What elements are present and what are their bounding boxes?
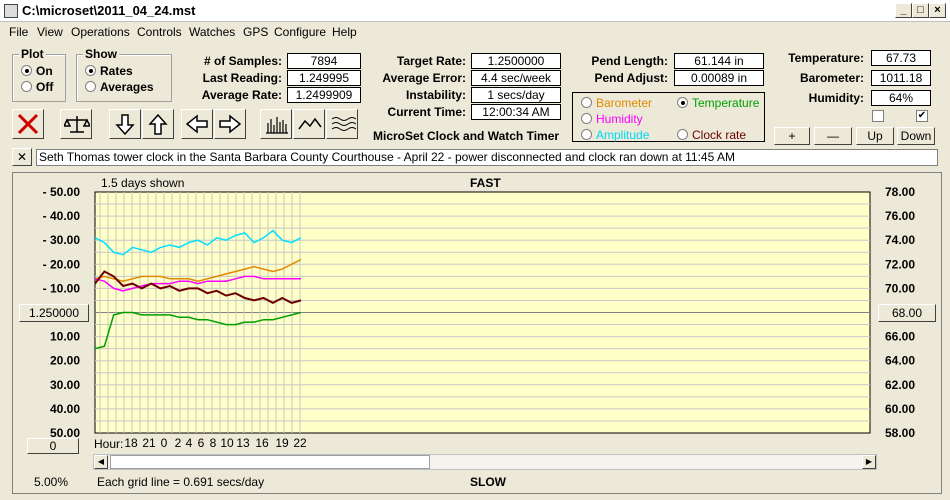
left-axis-tick: - 40.00 xyxy=(43,209,81,223)
x-axis-tick: 13 xyxy=(236,436,250,450)
x-axis-tick: 0 xyxy=(161,436,168,450)
x-axis-tick: 8 xyxy=(210,436,217,450)
x-axis-tick: 22 xyxy=(293,436,307,450)
zero-button[interactable]: 0 xyxy=(27,438,79,454)
left-axis-tick: 10.00 xyxy=(50,330,80,344)
left-axis-tick: 40.00 xyxy=(50,402,80,416)
right-axis-tick: 58.00 xyxy=(885,426,915,440)
horizontal-scrollbar[interactable]: ◀ ▶ xyxy=(93,454,877,470)
x-axis-tick: 2 xyxy=(175,436,182,450)
x-axis-tick: 16 xyxy=(255,436,269,450)
left-center-button[interactable]: 1.250000 xyxy=(19,304,89,322)
x-axis-tick: 4 xyxy=(186,436,193,450)
right-axis-tick: 64.00 xyxy=(885,354,915,368)
right-axis-tick: 62.00 xyxy=(885,378,915,392)
right-center-button[interactable]: 68.00 xyxy=(878,304,936,322)
left-axis-tick: - 30.00 xyxy=(43,233,81,247)
left-axis-tick: 20.00 xyxy=(50,354,80,368)
right-axis-tick: 74.00 xyxy=(885,233,915,247)
x-axis-tick: 6 xyxy=(198,436,205,450)
right-axis-tick: 72.00 xyxy=(885,257,915,271)
right-axis-tick: 78.00 xyxy=(885,185,915,199)
right-axis-tick: 66.00 xyxy=(885,330,915,344)
scroll-right-icon[interactable]: ▶ xyxy=(862,455,876,469)
left-axis-tick: - 20.00 xyxy=(43,257,81,271)
x-axis-tick: 10 xyxy=(220,436,234,450)
hour-label: Hour: xyxy=(94,437,124,451)
x-axis-tick: 18 xyxy=(124,436,138,450)
left-axis-tick: - 50.00 xyxy=(43,185,81,199)
x-axis-tick: 21 xyxy=(142,436,156,450)
right-axis-tick: 70.00 xyxy=(885,281,915,295)
app-window: C:\microset\2011_04_24.mst _ □ × File Vi… xyxy=(0,0,950,500)
zoom-label: 5.00% xyxy=(34,475,69,489)
right-axis-tick: 60.00 xyxy=(885,402,915,416)
left-axis-tick: - 10.00 xyxy=(43,281,81,295)
scroll-thumb[interactable] xyxy=(110,455,430,469)
right-axis-tick: 76.00 xyxy=(885,209,915,223)
grid-note-label: Each grid line = 0.691 secs/day xyxy=(97,475,265,489)
left-axis-tick: 30.00 xyxy=(50,378,80,392)
rate-chart: - 50.00 - 40.00 - 30.00 - 20.00 - 10.00 10.00… xyxy=(43,185,916,450)
x-axis-tick: 19 xyxy=(275,436,289,450)
scroll-left-icon[interactable]: ◀ xyxy=(94,455,108,469)
